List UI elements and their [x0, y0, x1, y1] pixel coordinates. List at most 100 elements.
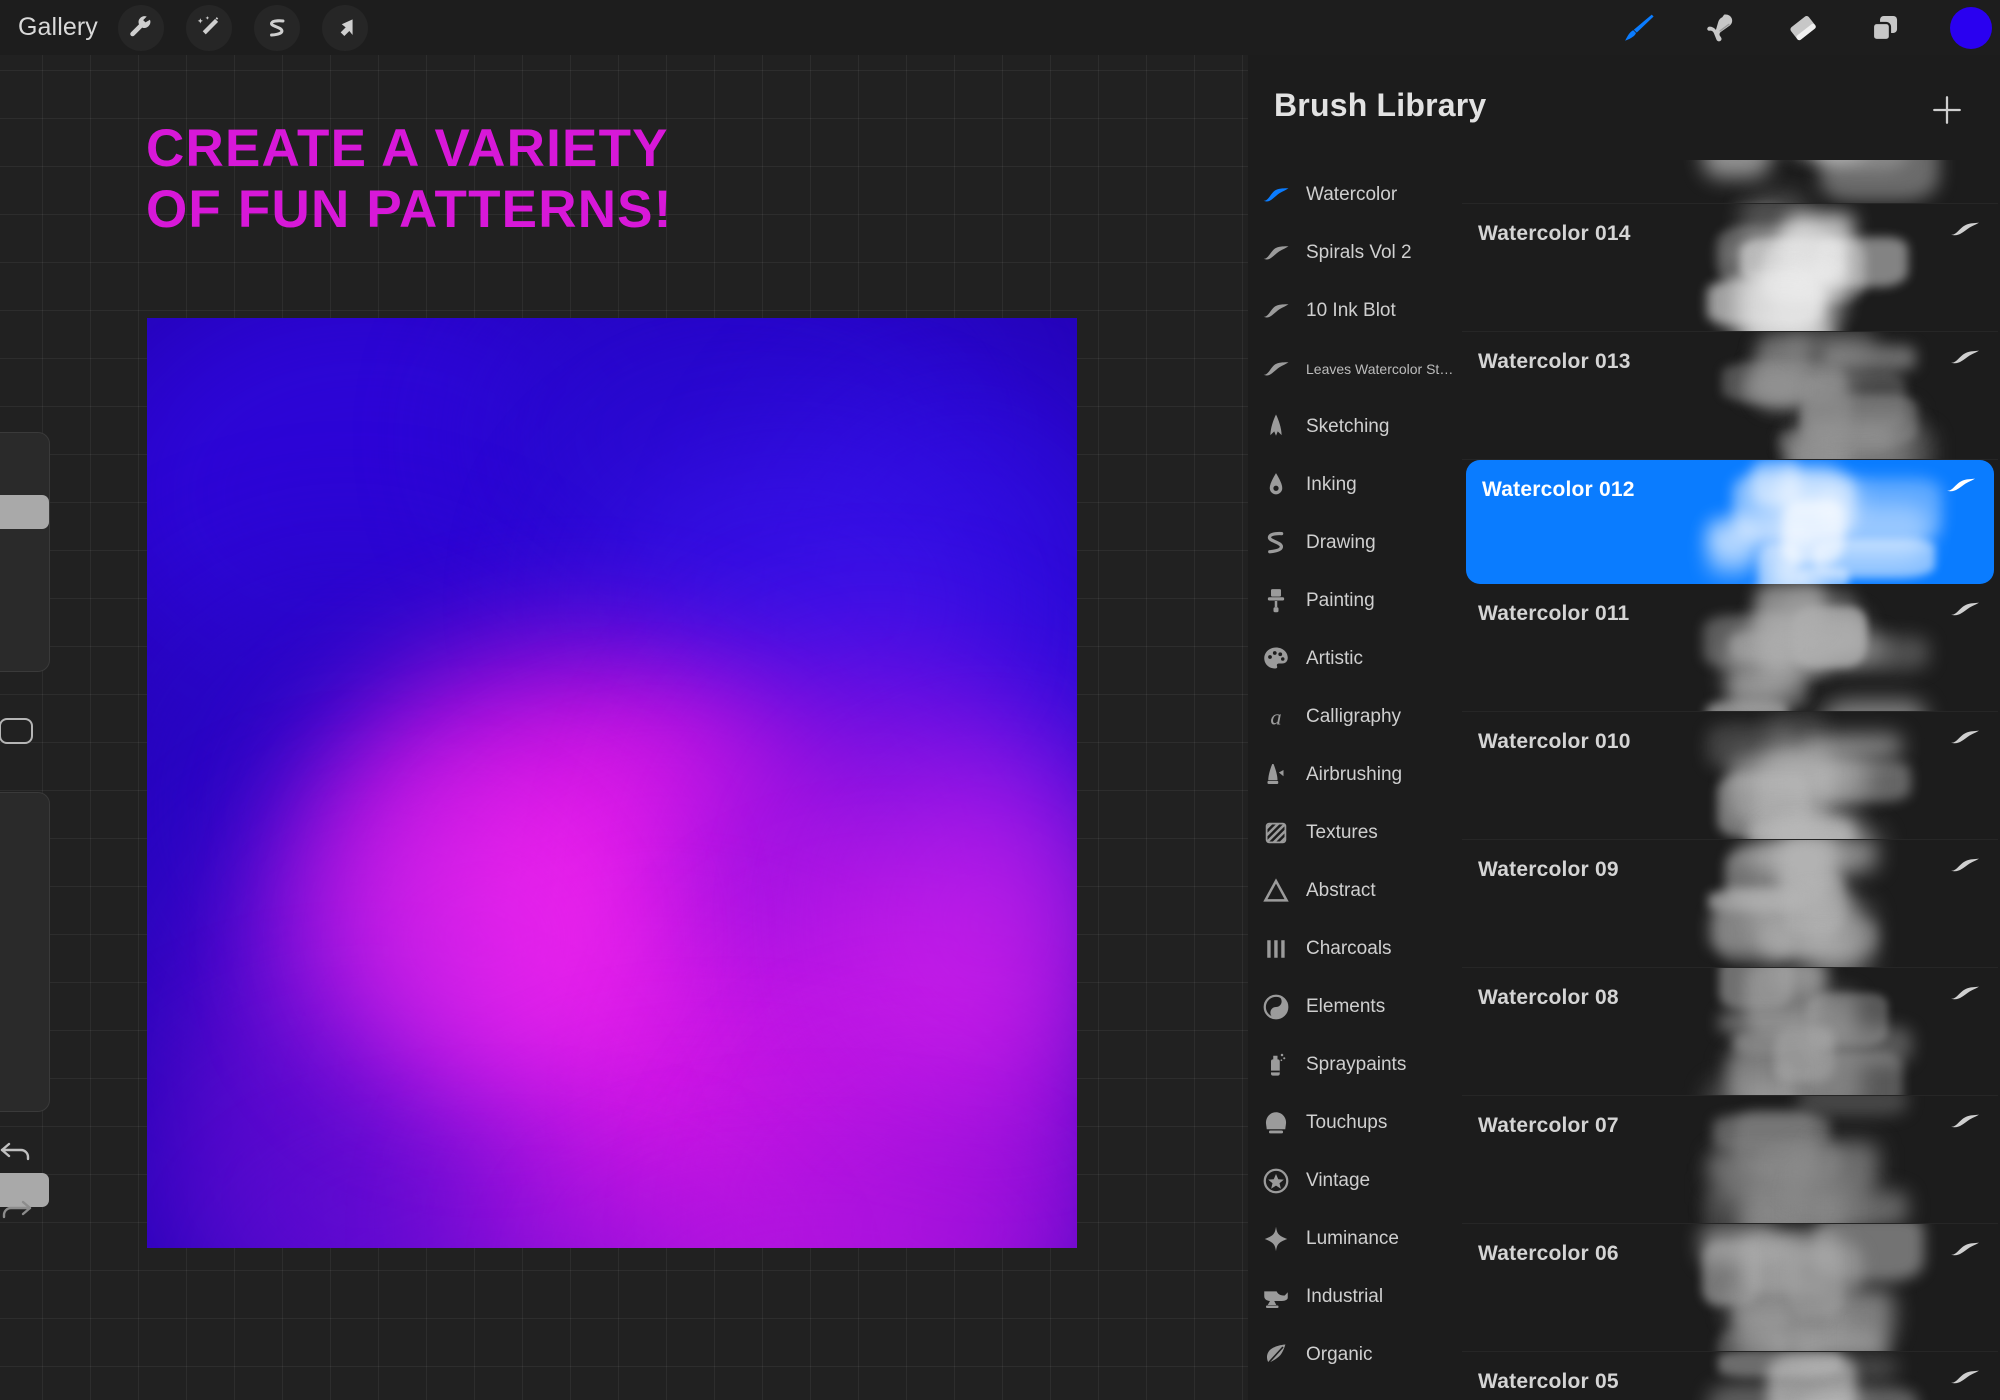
artwork-canvas[interactable]: [147, 318, 1077, 1248]
brush-stroke-icon: [1950, 348, 1980, 371]
brush-stroke-icon: [1950, 600, 1980, 623]
plus-icon: [1933, 96, 1961, 124]
brush-list-item[interactable]: Watercolor 05: [1462, 1352, 1998, 1400]
brush-category-label: Drawing: [1306, 532, 1376, 553]
brush-size-slider[interactable]: [0, 432, 50, 672]
brush-category-label: Spraypaints: [1306, 1054, 1407, 1075]
brush-category-artistic[interactable]: Artistic: [1248, 630, 1460, 688]
selection-s-icon: [269, 18, 285, 37]
brush-stroke-icon: [1950, 220, 1980, 243]
brush-name: Watercolor 09: [1478, 858, 1619, 881]
anvil-icon: [1254, 1282, 1298, 1312]
brush-list-item[interactable]: Watercolor 011: [1462, 584, 1998, 712]
brush-category-organic[interactable]: Organic: [1248, 1326, 1460, 1384]
brush-category-list[interactable]: Watercolor Spirals Vol 2 10 Ink Blot Leaves…: [1248, 160, 1460, 1400]
brush-category-sketching[interactable]: Sketching: [1248, 398, 1460, 456]
top-toolbar-left: Gallery: [0, 0, 390, 55]
layers-button[interactable]: [1856, 0, 1914, 55]
brush-list-item[interactable]: Watercolor 012: [1466, 460, 1994, 584]
layers-icon: [1871, 15, 1898, 41]
brush-stroke-icon: [1254, 238, 1298, 268]
color-swatch[interactable]: [1950, 6, 1992, 49]
modify-button[interactable]: [0, 694, 50, 768]
actions-button[interactable]: [117, 4, 164, 51]
brush-list-item[interactable]: Watercolor 09: [1462, 840, 1998, 968]
paint-button[interactable]: [1610, 0, 1668, 55]
star-circle-icon: [1254, 1166, 1298, 1196]
brush-list-item[interactable]: [1462, 160, 1998, 204]
brush-name: Watercolor 014: [1478, 222, 1631, 245]
squiggle-icon: [1254, 528, 1298, 558]
brush-category-label: Sketching: [1306, 416, 1390, 437]
brush-category-label: Airbrushing: [1306, 764, 1403, 785]
brush-library-body: Watercolor Spirals Vol 2 10 Ink Blot Leaves…: [1248, 160, 2000, 1400]
canvas-workspace[interactable]: CREATE A VARIETY OF FUN PATTERNS!: [0, 0, 1248, 1400]
top-toolbar-right: [1586, 0, 2000, 55]
brush-name: Watercolor 06: [1478, 1242, 1619, 1265]
brush-name: Watercolor 012: [1482, 478, 1635, 501]
brush-category-painting[interactable]: Painting: [1248, 572, 1460, 630]
brush-category-touchups[interactable]: Touchups: [1248, 1094, 1460, 1152]
brush-category-luminance[interactable]: Luminance: [1248, 1210, 1460, 1268]
yin-yang-icon: [1254, 992, 1298, 1022]
brush-stroke-icon: [1254, 354, 1298, 384]
brush-category-textures[interactable]: Textures: [1248, 804, 1460, 862]
smudge-finger-icon: [1707, 13, 1733, 41]
page-title: CREATE A VARIETY OF FUN PATTERNS!: [146, 119, 673, 240]
brush-stroke-icon: [1950, 1112, 1980, 1135]
brush-category-vintage[interactable]: Vintage: [1248, 1152, 1460, 1210]
brush-stroke-icon: [1950, 856, 1980, 879]
undo-arrow-icon: [0, 1142, 30, 1161]
add-brush-button[interactable]: [1926, 89, 1968, 131]
brush-stroke-icon: [1946, 476, 1976, 499]
leaf-icon: [1254, 1340, 1298, 1370]
brush-category-industrial[interactable]: Industrial: [1248, 1268, 1460, 1326]
artwork-wash: [317, 788, 647, 1088]
redo-arrow-icon: [2, 1200, 32, 1219]
brush-category-label: Industrial: [1306, 1286, 1384, 1307]
spray-can-icon: [1254, 1050, 1298, 1080]
adjustments-wand-icon: [197, 15, 219, 34]
eraser-icon: [1790, 15, 1816, 40]
undo-button[interactable]: [0, 1122, 50, 1180]
gallery-button[interactable]: Gallery: [18, 13, 98, 42]
adjustments-button[interactable]: [185, 4, 232, 51]
transform-button[interactable]: [321, 4, 368, 51]
brush-list-item[interactable]: Watercolor 014: [1462, 204, 1998, 332]
brush-list-item[interactable]: Watercolor 013: [1462, 332, 1998, 460]
brush-list-item[interactable]: Watercolor 010: [1462, 712, 1998, 840]
brush-library-panel: Brush Library Watercolor Spirals Vol 2 10 …: [1248, 55, 2000, 1400]
redo-button[interactable]: [0, 1180, 50, 1238]
brush-category-label: Artistic: [1306, 648, 1363, 669]
hatched-square-icon: [1254, 818, 1298, 848]
brush-category-airbrushing[interactable]: Airbrushing: [1248, 746, 1460, 804]
opacity-slider[interactable]: [0, 792, 50, 1207]
brush-stroke-icon: [1950, 1368, 1980, 1391]
brush-category-calligraphy[interactable]: a Calligraphy: [1248, 688, 1460, 746]
brush-category-drawing[interactable]: Drawing: [1248, 514, 1460, 572]
smudge-button[interactable]: [1692, 0, 1750, 55]
selection-button[interactable]: [253, 4, 300, 51]
triangle-icon: [1254, 876, 1298, 906]
brush-category-abstract[interactable]: Abstract: [1248, 862, 1460, 920]
brush-list-item[interactable]: Watercolor 08: [1462, 968, 1998, 1096]
brush-category-label: Charcoals: [1306, 938, 1392, 959]
shell-icon: [1254, 1108, 1298, 1138]
brush-category-inking[interactable]: Inking: [1248, 456, 1460, 514]
actions-wrench-icon: [130, 15, 151, 36]
svg-text:a: a: [1270, 705, 1281, 730]
brush-category-10-ink-blot[interactable]: 10 Ink Blot: [1248, 282, 1460, 340]
brush-category-label: Organic: [1306, 1344, 1373, 1365]
brush-category-spraypaints[interactable]: Spraypaints: [1248, 1036, 1460, 1094]
brush-list-item[interactable]: Watercolor 06: [1462, 1224, 1998, 1352]
brush-name: Watercolor 07: [1478, 1114, 1619, 1137]
brush-category-leaves-watercolor-st[interactable]: Leaves Watercolor St…: [1248, 340, 1460, 398]
brush-list[interactable]: Watercolor 014 Watercolor 013 Watercolor…: [1460, 160, 2000, 1400]
brush-size-handle[interactable]: [0, 495, 49, 529]
erase-button[interactable]: [1774, 0, 1832, 55]
brush-category-spirals-vol-2[interactable]: Spirals Vol 2: [1248, 224, 1460, 282]
brush-list-item[interactable]: Watercolor 07: [1462, 1096, 1998, 1224]
brush-category-elements[interactable]: Elements: [1248, 978, 1460, 1036]
brush-category-charcoals[interactable]: Charcoals: [1248, 920, 1460, 978]
brush-category-watercolor[interactable]: Watercolor: [1248, 166, 1460, 224]
